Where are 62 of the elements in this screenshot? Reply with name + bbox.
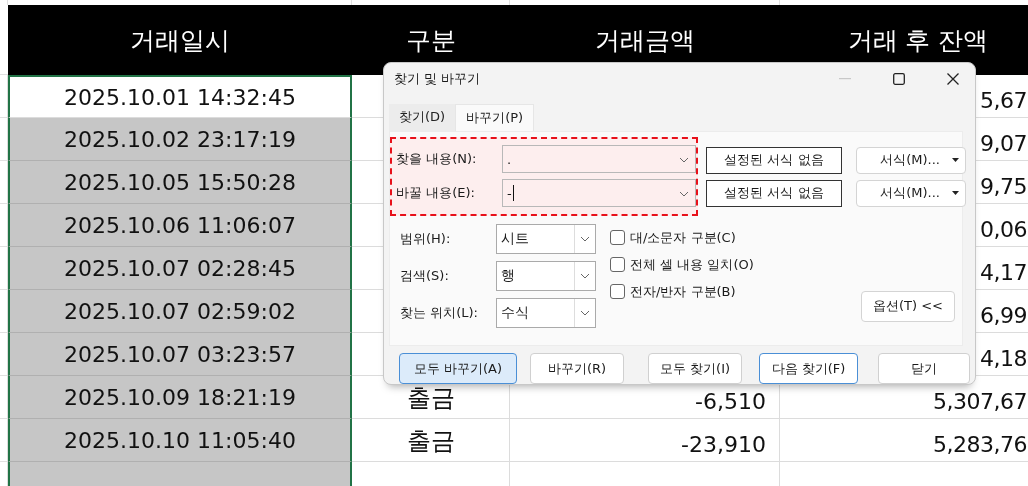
dialog-button[interactable]: 바꾸기(R) <box>530 353 624 384</box>
table-cell: 5,283,76 <box>933 432 1027 457</box>
dropdown-icon <box>580 235 590 242</box>
table-cell: 2025.10.07 02:28:45 <box>8 247 352 290</box>
input-field[interactable]: . <box>502 145 696 174</box>
format-button[interactable]: 서식(M)... <box>856 179 966 207</box>
checkbox-label: 전체 셀 내용 일치(O) <box>630 255 754 274</box>
dropdown-icon[interactable] <box>679 157 689 164</box>
table-cell: 2025.10.07 03:23:57 <box>8 333 352 376</box>
field-label: 검색(S): <box>400 266 450 285</box>
maximize-icon[interactable] <box>893 73 905 86</box>
checkbox[interactable] <box>610 257 625 273</box>
checkbox-label: 대/소문자 구분(C) <box>630 228 736 247</box>
column-header: 거래일시 <box>8 5 352 75</box>
dropdown-icon[interactable] <box>679 191 689 198</box>
input-field[interactable]: - <box>502 179 696 208</box>
dialog-button[interactable]: 다음 찾기(F) <box>759 353 858 384</box>
table-cell: 2025.10.07 02:59:02 <box>8 290 352 333</box>
field-label: 찾을 내용(N): <box>396 150 478 169</box>
table-cell: 0,06 <box>980 217 1027 242</box>
tab[interactable]: 찾기(D) <box>389 103 456 131</box>
dialog-button[interactable]: 모두 찾기(I) <box>648 353 742 384</box>
close-icon[interactable] <box>947 73 959 86</box>
tab[interactable]: 바꾸기(P) <box>455 103 535 131</box>
table-cell: -6,510 <box>695 389 766 414</box>
dropdown-arrow-icon <box>952 158 959 163</box>
checkbox-label: 전자/반자 구분(B) <box>630 282 736 301</box>
options-button[interactable]: 옵션(T) << <box>861 290 955 322</box>
table-cell-text: 출금 <box>406 426 455 457</box>
table-cell: 4,18 <box>980 346 1027 371</box>
table-cell: 2025.10.02 23:17:19 <box>8 118 352 161</box>
minimize-icon[interactable] <box>839 78 851 81</box>
table-cell: 6,99 <box>980 303 1027 328</box>
table-cell: 2025.10.05 15:50:28 <box>8 161 352 204</box>
text-cursor <box>512 185 514 202</box>
format-button[interactable]: 서식(M)... <box>856 146 966 174</box>
table-cell: 2025.10.01 14:32:45 <box>8 75 352 118</box>
table-cell: 4,17 <box>980 260 1027 285</box>
table-cell: 5,307,67 <box>933 389 1027 414</box>
table-cell: 2025.10.10 11:05:40 <box>8 419 352 462</box>
dropdown-arrow-icon <box>952 191 959 196</box>
dropdown[interactable]: 수식 <box>496 297 596 328</box>
checkbox[interactable] <box>610 284 625 300</box>
table-cell-text: 출금 <box>406 383 455 414</box>
dropdown[interactable]: 시트 <box>496 223 596 254</box>
dialog-button[interactable]: 모두 바꾸기(A) <box>399 353 517 384</box>
checkbox[interactable] <box>610 230 625 246</box>
table-cell: -23,910 <box>681 432 766 457</box>
table-cell: 9,75 <box>980 174 1027 199</box>
field-label: 바꿀 내용(E): <box>396 184 476 203</box>
table-cell: 2025.10.06 11:06:07 <box>8 204 352 247</box>
format-preview: 설정된 서식 없음 <box>706 179 842 207</box>
field-label: 범위(H): <box>400 229 452 248</box>
format-preview: 설정된 서식 없음 <box>706 146 842 174</box>
table-cell: 9,07 <box>980 131 1027 156</box>
field-label: 찾는 위치(L): <box>400 303 479 322</box>
dialog-button[interactable]: 닫기 <box>878 353 970 384</box>
dropdown-icon <box>580 309 590 316</box>
table-cell: 5,67 <box>980 88 1027 113</box>
table-cell: 2025.10.09 18:21:19 <box>8 376 352 419</box>
dropdown[interactable]: 행 <box>496 260 596 291</box>
dropdown-icon <box>580 272 590 279</box>
